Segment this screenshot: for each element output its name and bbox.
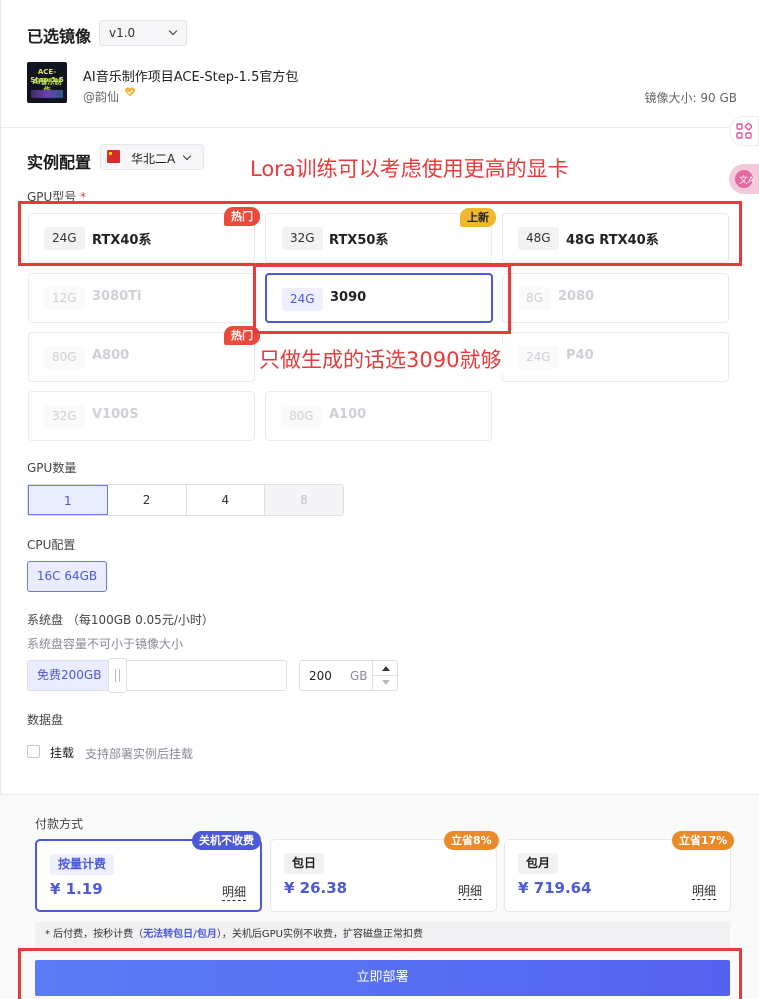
region-name: 华北二A xyxy=(131,152,176,166)
china-flag-icon xyxy=(107,150,120,163)
gpu-card-3080ti: 12G 3080Ti xyxy=(28,273,255,323)
version-select[interactable]: v1.0 xyxy=(99,20,187,46)
cpu-label: CPU配置 xyxy=(27,538,76,552)
pay-option-price: ¥ 1.19 xyxy=(50,880,103,898)
gpu-mem: 80G xyxy=(281,405,322,428)
gpu-card-p40: 24G P40 xyxy=(502,332,729,382)
image-size: 镜像大小: 90 GB xyxy=(644,91,737,105)
mount-checkbox[interactable] xyxy=(27,745,40,758)
pay-option-name: 按量计费 xyxy=(50,854,115,875)
gpu-count-1[interactable]: 1 xyxy=(28,485,108,515)
system-disk-input[interactable]: 200 GB xyxy=(299,660,399,691)
system-disk-hint: 系统盘容量不可小于镜像大小 xyxy=(27,637,184,651)
system-disk-price: （每100GB 0.05元/小时） xyxy=(66,613,214,627)
gpu-card-a800: 80G A800 xyxy=(28,332,255,382)
gpu-mem: 24G xyxy=(518,346,559,369)
system-disk-label-text: 系统盘 xyxy=(27,613,64,627)
image-name[interactable]: AI音乐制作项目ACE-Step-1.5官方包 xyxy=(83,66,298,85)
gpu-model: 2080 xyxy=(558,289,595,304)
image-author[interactable]: @韵仙 xyxy=(83,88,119,105)
gpu-model: 3080Ti xyxy=(92,289,142,304)
pay-option-detail-link[interactable]: 明细 xyxy=(221,883,246,901)
pay-tag-save-8: 立省8% xyxy=(444,831,499,850)
billing-note-post: ），关机后GPU实例不收费，扩容磁盘正常扣费 xyxy=(216,929,423,940)
mount-hint: 支持部署实例后挂载 xyxy=(85,747,194,761)
heart-badge-icon xyxy=(125,87,135,97)
stepper-divider xyxy=(373,675,399,676)
annotation-mid: 只做生成的话选3090就够 xyxy=(259,344,506,374)
image-thumbnail: ACE-Step-1.5 AI音乐制作 xyxy=(27,62,67,103)
cpu-option[interactable]: 16C 64GB xyxy=(27,561,107,592)
gpu-count-4[interactable]: 4 xyxy=(187,485,266,515)
pay-tag-poweroff-free: 关机不收费 xyxy=(192,831,261,850)
annotation-box-top xyxy=(18,201,742,266)
gpu-model: V100S xyxy=(92,407,139,422)
slider-handle[interactable] xyxy=(108,658,127,693)
billing-note-pre: * 后付费，按秒计费（ xyxy=(45,929,144,940)
pay-option-name: 包日 xyxy=(284,853,325,874)
translate-icon[interactable]: 文A xyxy=(729,164,759,194)
stepper-up-icon[interactable] xyxy=(382,666,390,671)
gpu-mem: 32G xyxy=(44,405,85,428)
gpu-model: A800 xyxy=(92,348,130,363)
gpu-mem: 12G xyxy=(44,287,85,310)
chevron-down-icon xyxy=(168,26,178,36)
gpu-card-v100s: 32G V100S xyxy=(28,391,255,441)
gpu-model: A100 xyxy=(329,407,367,422)
pay-option-detail-link[interactable]: 明细 xyxy=(457,882,482,900)
gpu-model: P40 xyxy=(566,348,594,363)
svg-text:文A: 文A xyxy=(739,174,754,186)
annotation-box-deploy xyxy=(18,948,742,999)
system-disk-label: 系统盘 （每100GB 0.05元/小时） xyxy=(27,611,214,628)
pay-option-name: 包月 xyxy=(518,853,559,874)
version-value: v1.0 xyxy=(109,26,136,40)
pay-option-price: ¥ 719.64 xyxy=(518,879,592,897)
annotation-top: Lora训练可以考虑使用更高的显卡 xyxy=(250,157,569,181)
pay-option-price: ¥ 26.38 xyxy=(284,879,348,897)
annotation-box-3090 xyxy=(253,264,511,334)
gpu-card-a100: 80G A100 xyxy=(265,391,492,441)
free-disk-fill: 免费200GB xyxy=(28,661,108,690)
payment-title: 付款方式 xyxy=(35,817,84,831)
thumbnail-graphic xyxy=(31,90,63,98)
gpu-count-label: GPU数量 xyxy=(27,461,77,475)
gpu-count-8: 8 xyxy=(265,485,343,515)
system-disk-slider[interactable]: 免费200GB xyxy=(27,658,287,693)
gpu-mem: 8G xyxy=(518,287,551,310)
instance-config-title: 实例配置 xyxy=(27,153,92,172)
gpu-count-selector: 1 2 4 8 xyxy=(27,484,344,516)
billing-note-highlight: 无法转包日/包月 xyxy=(143,929,217,940)
mount-label: 挂载 xyxy=(50,746,75,760)
gpu-card-2080: 8G 2080 xyxy=(502,273,729,323)
gpu-mem: 80G xyxy=(44,346,85,369)
disk-stepper xyxy=(372,661,399,690)
pay-option-detail-link[interactable]: 明细 xyxy=(691,882,716,900)
disk-value: 200 xyxy=(309,669,332,683)
selected-image-title: 已选镜像 xyxy=(27,27,92,46)
pay-tag-save-17: 立省17% xyxy=(672,831,735,850)
disk-unit: GB xyxy=(350,669,368,683)
gpu-count-2[interactable]: 2 xyxy=(108,485,187,515)
billing-note: * 后付费，按秒计费（无法转包日/包月），关机后GPU实例不收费，扩容磁盘正常扣… xyxy=(35,922,730,948)
data-disk-label: 数据盘 xyxy=(27,713,64,727)
stepper-down-icon[interactable] xyxy=(382,680,390,685)
apps-icon[interactable] xyxy=(729,116,759,146)
